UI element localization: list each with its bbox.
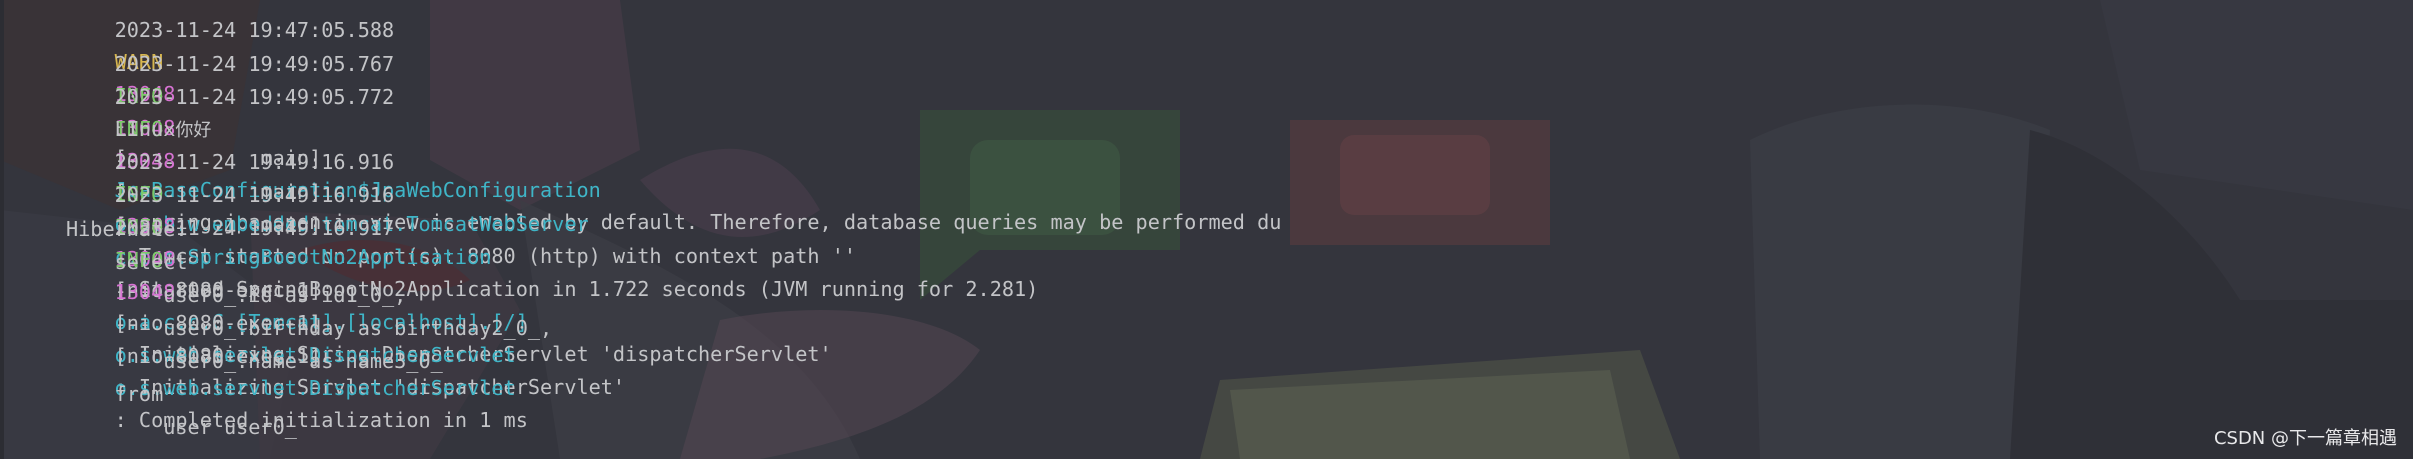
sql-line: user0_.id as id1_0_, [66,283,407,307]
log-line: 2023-11-24 19:49:16.916 INFO 13048 --- [… [66,147,625,399]
log-logger: c.e.s.SpringBoootNo2Application [114,245,601,269]
log-line-warn: 2023-11-24 19:47:05.588 WARN 13048 --- [… [66,0,1282,234]
sql-line: user0_.name as name3_0_ [66,349,455,373]
sql-line: user0_.birthday as birthday2_0_, [66,316,553,340]
csdn-watermark: CSDN @下一篇章相遇 [2213,428,2397,449]
log-line: 2023-11-24 19:49:05.772 INFO 13048 --- [… [66,49,1039,301]
log-line: 2023-11-24 19:49:16.917 INFO 13048 --- [… [66,180,601,432]
sql-line: user user0_ [66,415,310,439]
log-line: 2023-11-24 19:49:05.767 INFO 13048 --- [… [66,16,856,268]
log-line: 2023-11-24 19:49:16.916 INFO 13048 --- [… [66,114,832,366]
stdout-line: LInux你好 [66,81,212,141]
run-console-output: 2023-11-24 19:47:05.588 WARN 13048 --- [… [0,0,2413,459]
sql-line: from [66,382,164,406]
sql-line: Hibernate: [66,217,200,241]
sql-line: select [66,250,188,274]
log-logger: o.s.web.servlet.DispatcherServlet [114,376,601,400]
